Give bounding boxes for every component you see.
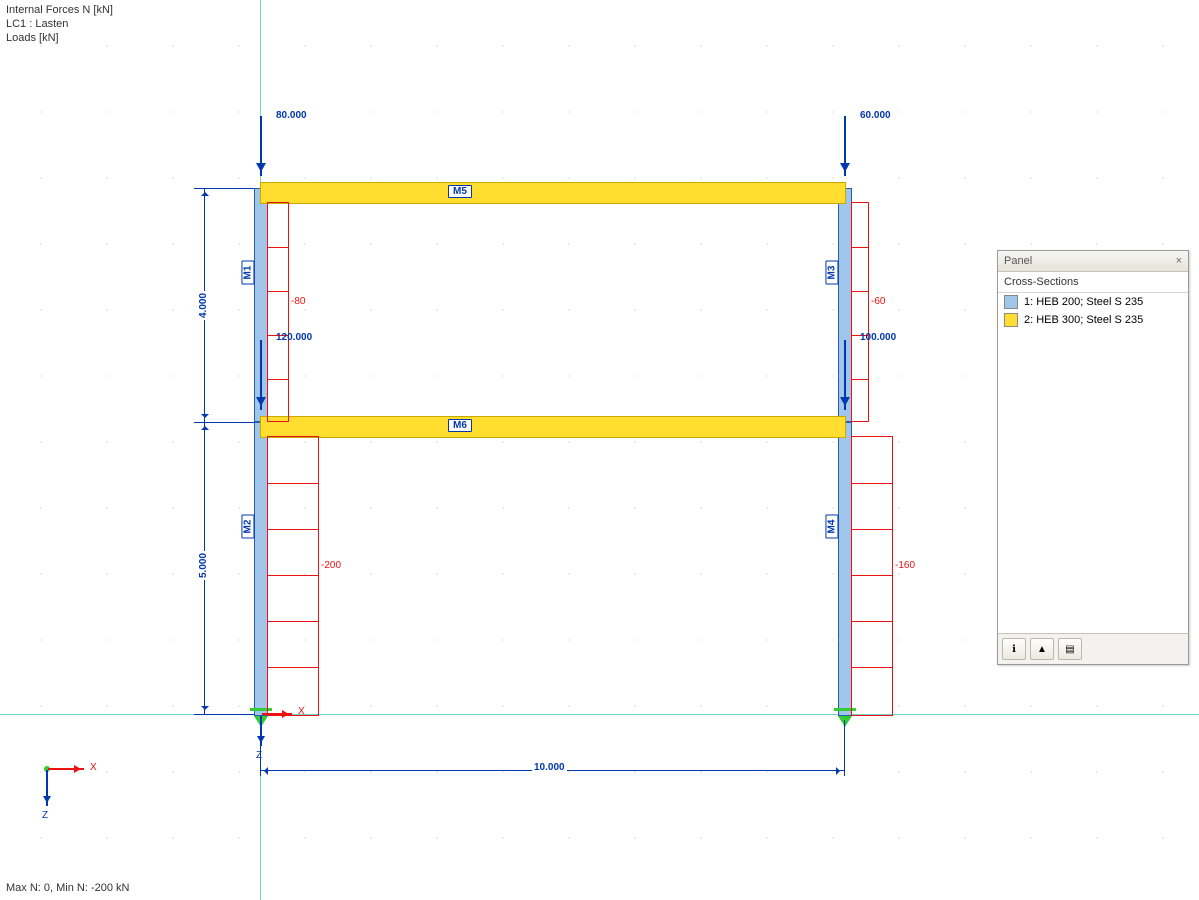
result-m3	[851, 202, 869, 422]
local-axis-x-label: X	[298, 706, 305, 717]
ext-base	[194, 714, 254, 715]
label-m5: M5	[448, 185, 472, 198]
swatch-icon	[1004, 313, 1018, 327]
label-m2: M2	[241, 515, 254, 539]
support-right	[838, 716, 852, 734]
member-m2[interactable]	[254, 422, 268, 716]
loads-unit-text: Loads [kN]	[6, 32, 59, 44]
local-axis-z	[260, 716, 262, 746]
list-item[interactable]: 2: HEB 300; Steel S 235	[998, 311, 1188, 329]
dim-lower-txt: 5.000	[198, 551, 209, 580]
loadcase-text: LC1 : Lasten	[6, 18, 68, 30]
result-val-m2: -200	[321, 560, 341, 571]
ext-right	[844, 720, 845, 776]
title-text: Internal Forces N [kN]	[6, 4, 113, 16]
panel-cross-sections[interactable]: Panel × Cross-Sections 1: HEB 200; Steel…	[997, 250, 1189, 665]
panel-section-header: Cross-Sections	[998, 272, 1188, 293]
load-top-left	[260, 116, 262, 176]
member-m4[interactable]	[838, 422, 852, 716]
panel-body: 1: HEB 200; Steel S 235 2: HEB 300; Stee…	[998, 293, 1188, 633]
list-item-label: 1: HEB 200; Steel S 235	[1024, 296, 1143, 308]
result-m4	[851, 436, 893, 716]
load-top-left-val: 80.000	[276, 110, 307, 121]
label-m3: M3	[825, 261, 838, 285]
panel-footer: ℹ ▲ ▤	[998, 633, 1188, 664]
close-icon[interactable]: ×	[1176, 255, 1182, 267]
load-mid-right	[844, 340, 846, 410]
tool-color-button[interactable]: ▤	[1058, 638, 1082, 660]
load-mid-left	[260, 340, 262, 410]
result-val-m4: -160	[895, 560, 915, 571]
footer-summary: Max N: 0, Min N: -200 kN	[6, 882, 129, 894]
rose-axis-x	[48, 768, 84, 770]
load-top-right	[844, 116, 846, 176]
result-m1	[267, 202, 289, 422]
panel-titlebar[interactable]: Panel ×	[998, 251, 1188, 272]
label-m6: M6	[448, 419, 472, 432]
label-m4: M4	[825, 515, 838, 539]
result-m2	[267, 436, 319, 716]
panel-title: Panel	[1004, 255, 1032, 267]
load-mid-left-val: 120.000	[276, 332, 312, 343]
dim-upper-txt: 4.000	[198, 291, 209, 320]
swatch-icon	[1004, 295, 1018, 309]
result-val-m1: -80	[291, 296, 305, 307]
member-m5[interactable]	[260, 182, 846, 204]
tool-section-button[interactable]: ▲	[1030, 638, 1054, 660]
member-m6[interactable]	[260, 416, 846, 438]
rose-axis-z	[46, 770, 48, 806]
axis-horizontal	[0, 714, 1199, 715]
tool-info-button[interactable]: ℹ	[1002, 638, 1026, 660]
rose-x-label: X	[90, 762, 97, 773]
local-axis-x	[262, 713, 292, 715]
result-val-m3: -60	[871, 296, 885, 307]
label-m1: M1	[241, 261, 254, 285]
dim-width-txt: 10.000	[532, 762, 567, 773]
local-axis-z-label: Z	[256, 750, 262, 761]
rose-z-label: Z	[42, 810, 48, 821]
load-top-right-val: 60.000	[860, 110, 891, 121]
list-item[interactable]: 1: HEB 200; Steel S 235	[998, 293, 1188, 311]
list-item-label: 2: HEB 300; Steel S 235	[1024, 314, 1143, 326]
load-mid-right-val: 100.000	[860, 332, 896, 343]
